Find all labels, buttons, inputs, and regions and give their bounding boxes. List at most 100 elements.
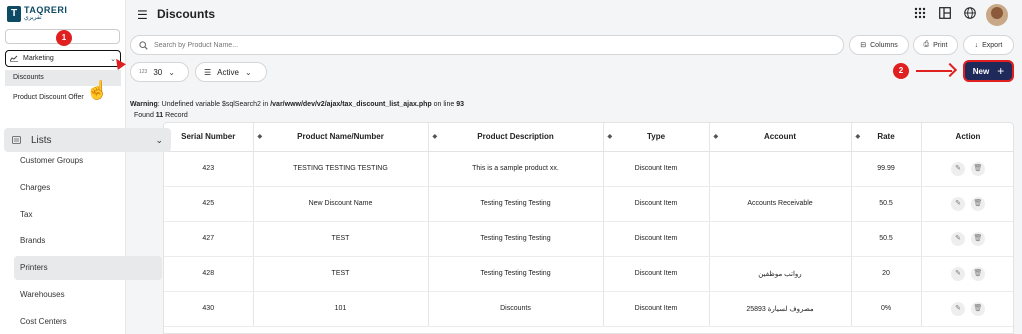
user-avatar[interactable] — [986, 4, 1008, 26]
table-row[interactable]: 425 New Discount Name Testing Testing Test… — [164, 186, 1013, 222]
sort-icon[interactable]: ◆ — [856, 133, 861, 140]
step-1-badge: 1 — [56, 30, 72, 46]
column-header-rate[interactable]: ◆ Rate — [851, 123, 922, 152]
cell-product-name: TEST — [253, 221, 429, 257]
layout-icon[interactable] — [936, 6, 954, 24]
new-label: New — [972, 66, 990, 76]
column-label: Account — [764, 132, 796, 142]
column-label: Action — [955, 132, 981, 142]
page-title: Discounts — [157, 7, 216, 21]
column-header-product-name[interactable]: ◆ Product Name/Number — [253, 123, 429, 152]
edit-pencil-icon[interactable]: ✎ — [951, 231, 965, 246]
warning-path: /var/www/dev/v2/ajax/tax_discount_list_a… — [270, 101, 432, 108]
sidebar-item-customer-groups[interactable]: Customer Groups — [14, 149, 162, 173]
new-button[interactable]: New + — [963, 60, 1014, 82]
cell-rate: 20 — [851, 256, 922, 292]
logo-mark: T — [7, 6, 21, 22]
column-header-serial-number[interactable]: Serial Number — [164, 123, 254, 152]
cell-serial-number: 428 — [164, 256, 254, 292]
top-header: ☰ Discounts — [127, 0, 1022, 30]
hand-pointer-icon: ☝ — [86, 80, 109, 100]
found-prefix: Found — [134, 112, 156, 119]
sidebar-item-tax[interactable]: Tax — [14, 203, 162, 227]
logo-text-ar: تقريري — [24, 15, 42, 21]
chevron-down-icon: ⌄ — [244, 67, 252, 77]
table-row[interactable]: 428 TEST Testing Testing Testing Discount I… — [164, 256, 1013, 292]
column-header-account[interactable]: ◆ Account — [709, 123, 852, 152]
status-filter-select[interactable]: ☰ Active ⌄ — [195, 62, 267, 82]
delete-trash-icon[interactable]: 🗑 — [971, 266, 985, 281]
cell-account — [709, 221, 852, 257]
table-row[interactable]: 427 TEST Testing Testing Testing Discount I… — [164, 221, 1013, 257]
cell-rate: 50.5 — [851, 221, 922, 257]
cell-rate: 0% — [851, 291, 922, 327]
sidebar-item-brands[interactable]: Brands — [14, 229, 162, 253]
cell-serial-number: 427 — [164, 221, 254, 257]
edit-pencil-icon[interactable]: ✎ — [951, 196, 965, 211]
cell-product-description: Discounts — [428, 291, 604, 327]
edit-pencil-icon[interactable]: ✎ — [951, 301, 965, 316]
delete-trash-icon[interactable]: 🗑 — [971, 231, 985, 246]
cell-account: رواتب موظفين — [709, 256, 852, 292]
cell-account — [709, 151, 852, 187]
sort-icon[interactable]: ◆ — [608, 133, 613, 140]
delete-trash-icon[interactable]: 🗑 — [971, 161, 985, 176]
cell-product-description: Testing Testing Testing — [428, 221, 604, 257]
cell-type: Discount Item — [603, 256, 710, 292]
column-label: Product Name/Number — [297, 132, 384, 142]
globe-icon[interactable] — [961, 6, 979, 24]
column-label: Rate — [877, 132, 895, 142]
list-icon — [12, 136, 21, 144]
sidebar-item-printers[interactable]: Printers — [14, 256, 162, 280]
search-input[interactable] — [154, 41, 754, 49]
sidebar-item-charges[interactable]: Charges — [14, 176, 162, 200]
cell-product-description: This is a sample product xx. — [428, 151, 604, 187]
hamburger-menu-icon[interactable]: ☰ — [137, 8, 148, 22]
column-label: Type — [646, 132, 666, 142]
cell-account: مصروف لسيارة 25893 — [709, 291, 852, 327]
cell-serial-number: 425 — [164, 186, 254, 222]
table-row[interactable]: 430 101 Discounts Discount Item مصروف لسيارة… — [164, 291, 1013, 327]
edit-pencil-icon[interactable]: ✎ — [951, 161, 965, 176]
page-size-select[interactable]: 123 30 ⌄ — [130, 62, 189, 82]
column-header-type[interactable]: ◆ Type — [603, 123, 710, 152]
table-row[interactable]: 423 TESTING TESTING TESTING This is a samp… — [164, 151, 1013, 187]
printer-icon: ⎙ — [923, 41, 930, 48]
search-bar[interactable] — [130, 35, 844, 55]
column-header-product-description[interactable]: ◆ Product Description — [428, 123, 604, 152]
cell-type: Discount Item — [603, 291, 710, 327]
logo-text-en: TAQRERI — [24, 5, 68, 15]
annotation-arrow-icon — [916, 70, 952, 72]
sidebar-section-lists[interactable]: Lists ⌄ — [4, 128, 171, 152]
sidebar-item-warehouses[interactable]: Warehouses — [14, 283, 162, 307]
sort-icon[interactable]: ◆ — [714, 133, 719, 140]
cell-product-name: New Discount Name — [253, 186, 429, 222]
chevron-down-icon: ⌄ — [168, 67, 175, 77]
print-button[interactable]: ⎙ Print — [913, 35, 958, 55]
warning-prefix: Warning — [130, 101, 158, 108]
plus-icon: + — [997, 64, 1005, 78]
cell-action: ✎ 🗑 — [921, 151, 1013, 187]
cell-rate: 99.99 — [851, 151, 922, 187]
cell-product-name: TESTING TESTING TESTING — [253, 151, 429, 187]
cell-action: ✎ 🗑 — [921, 221, 1013, 257]
app-logo[interactable]: T TAQRERI تقريري — [7, 6, 67, 22]
sidebar-item-cost-centers[interactable]: Cost Centers — [14, 310, 162, 334]
apps-grid-icon[interactable] — [911, 6, 929, 24]
sidebar-item-marketing[interactable]: Marketing ⌄ — [5, 50, 121, 67]
export-label: Export — [982, 41, 1003, 49]
sort-icon[interactable]: ◆ — [258, 133, 263, 140]
cell-type: Discount Item — [603, 186, 710, 222]
export-button[interactable]: ↓ Export — [963, 35, 1014, 55]
warning-line: 93 — [456, 101, 465, 108]
columns-button[interactable]: ⊟ Columns — [849, 35, 909, 55]
cell-product-name: TEST — [253, 256, 429, 292]
column-label: Product Description — [477, 132, 554, 142]
column-header-action: Action — [921, 123, 1013, 152]
delete-trash-icon[interactable]: 🗑 — [971, 301, 985, 316]
status-filter-value: Active — [217, 67, 239, 77]
edit-pencil-icon[interactable]: ✎ — [951, 266, 965, 281]
delete-trash-icon[interactable]: 🗑 — [971, 196, 985, 211]
filter-icon: ☰ — [204, 67, 212, 77]
sort-icon[interactable]: ◆ — [433, 133, 438, 140]
